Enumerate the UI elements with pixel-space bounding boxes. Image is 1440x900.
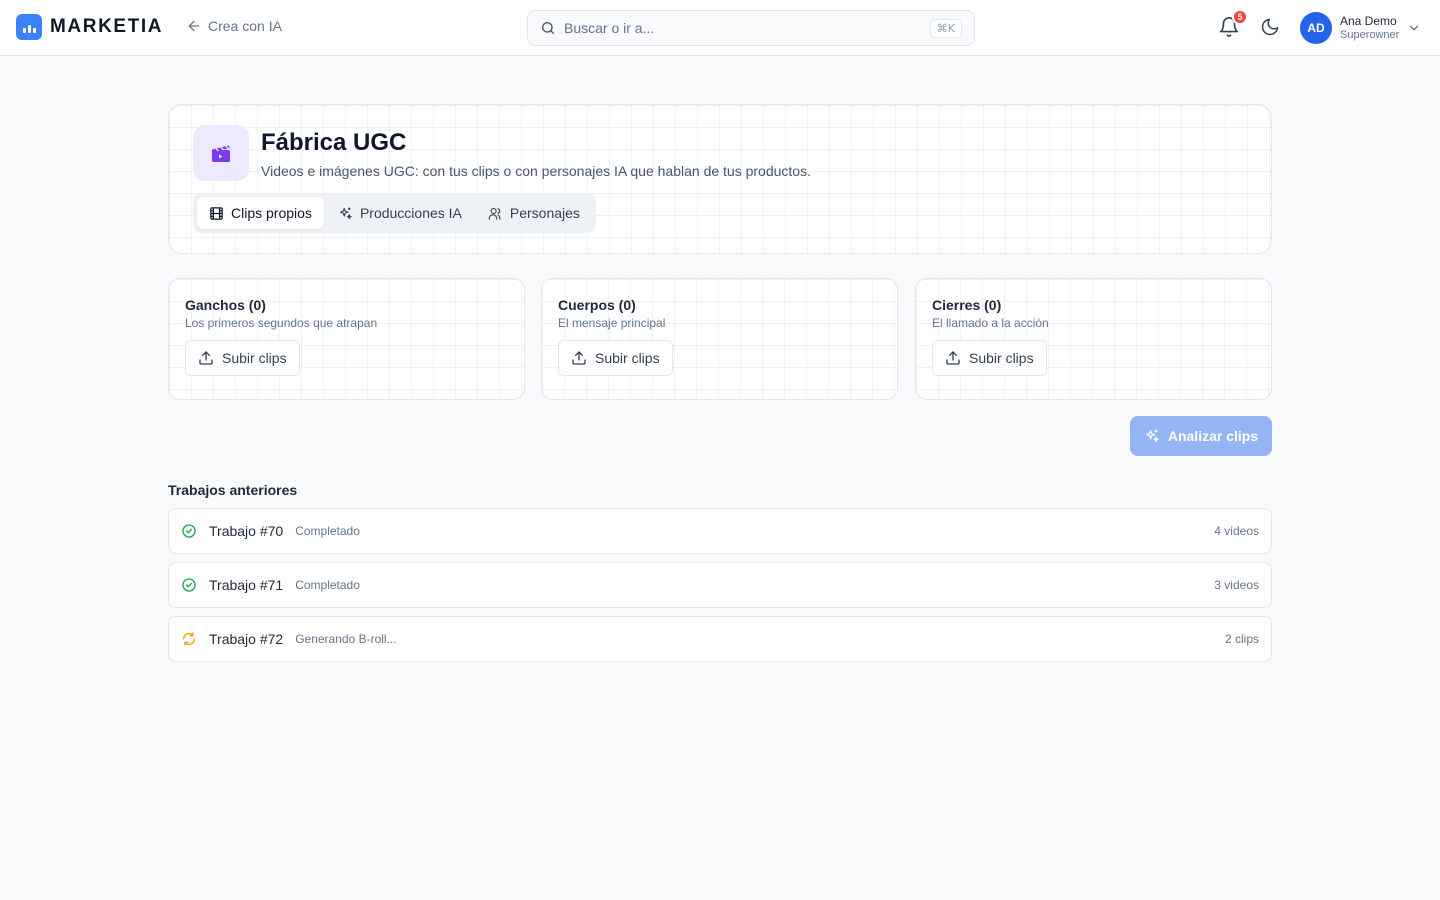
page-subtitle: Videos e imágenes UGC: con tus clips o c…: [261, 163, 811, 179]
upload-clips-button[interactable]: Subir clips: [932, 340, 1047, 376]
arrow-left-icon: [188, 20, 200, 32]
clip-section-title: Cierres (0): [932, 297, 1002, 313]
tab-label: Producciones IA: [359, 205, 462, 221]
upload-icon: [199, 351, 213, 365]
job-output-count: 3 videos: [1214, 578, 1259, 592]
upload-clips-label: Subir clips: [969, 350, 1034, 366]
refresh-icon: [183, 632, 195, 646]
tab-clips-propios[interactable]: Clips propios: [197, 197, 324, 229]
analyze-clips-button[interactable]: Analizar clips: [1130, 416, 1272, 456]
upload-icon: [946, 351, 960, 365]
clip-section-title: Cuerpos (0): [558, 297, 636, 313]
search-icon: [542, 22, 554, 34]
page-title: Fábrica UGC: [261, 129, 407, 156]
page-header-card: Fábrica UGC Videos e imágenes UGC: con t…: [168, 104, 1272, 254]
chevron-down-icon: [1410, 25, 1419, 31]
search-input[interactable]: [564, 20, 922, 36]
analyze-clips-label: Analizar clips: [1167, 428, 1259, 444]
user-info: Ana Demo Superowner: [1340, 14, 1399, 42]
check-circle-icon: [182, 578, 196, 592]
top-bar: MARKETIA Crea con IA ⌘K 5 AD Ana Demo Su…: [0, 0, 1440, 56]
clip-section-description: Los primeros segundos que atrapan: [185, 316, 378, 330]
job-status: Completado: [295, 524, 360, 538]
moon-icon: [1261, 18, 1279, 36]
tab-personajes[interactable]: Personajes: [476, 197, 592, 229]
check-circle-icon: [182, 524, 196, 538]
tab-label: Clips propios: [231, 205, 312, 221]
job-row[interactable]: Trabajo #72 Generando B-roll... 2 clips: [168, 616, 1272, 662]
upload-clips-label: Subir clips: [222, 350, 287, 366]
upload-icon: [572, 351, 586, 365]
job-name: Trabajo #70: [209, 523, 284, 539]
clip-section-description: El llamado a la acción: [932, 316, 1049, 330]
brand-name: MARKETIA: [50, 16, 164, 37]
job-output-count: 4 videos: [1214, 524, 1259, 538]
avatar: AD: [1300, 12, 1332, 44]
clapperboard-icon: [193, 125, 249, 181]
users-icon: [488, 207, 501, 220]
job-row[interactable]: Trabajo #70 Completado 4 videos: [168, 508, 1272, 554]
job-output-count: 2 clips: [1224, 632, 1259, 646]
upload-clips-button[interactable]: Subir clips: [558, 340, 673, 376]
clip-section-description: El mensaje principal: [558, 316, 666, 330]
job-name: Trabajo #72: [209, 631, 284, 647]
sparkles-icon: [339, 206, 352, 219]
theme-toggle-button[interactable]: [1260, 17, 1282, 39]
upload-clips-label: Subir clips: [595, 350, 660, 366]
back-link-label: Crea con IA: [208, 18, 282, 34]
search-bar[interactable]: ⌘K: [527, 10, 975, 46]
clip-section-title: Ganchos (0): [185, 297, 266, 313]
notification-count-badge: 5: [1232, 9, 1248, 25]
user-role: Superowner: [1340, 29, 1400, 41]
clip-section-cuerpos: Cuerpos (0) El mensaje principal Subir c…: [541, 278, 898, 400]
job-name: Trabajo #71: [209, 577, 284, 593]
search-shortcut-hint: ⌘K: [929, 18, 962, 38]
film-icon: [210, 206, 223, 220]
upload-clips-button[interactable]: Subir clips: [185, 340, 300, 376]
brand-logo[interactable]: MARKETIA: [16, 14, 163, 40]
mode-tabs: Clips propios Producciones IA Personajes: [193, 193, 596, 233]
clip-section-ganchos: Ganchos (0) Los primeros segundos que at…: [168, 278, 525, 400]
clip-section-cierres: Cierres (0) El llamado a la acción Subir…: [915, 278, 1272, 400]
job-row[interactable]: Trabajo #71 Completado 3 videos: [168, 562, 1272, 608]
sparkles-icon: [1145, 429, 1159, 442]
previous-jobs-title: Trabajos anteriores: [168, 482, 298, 498]
back-link[interactable]: Crea con IA: [186, 18, 282, 34]
tab-producciones-ia[interactable]: Producciones IA: [326, 197, 474, 229]
notifications-button[interactable]: 5: [1218, 9, 1248, 40]
job-status: Completado: [295, 578, 360, 592]
tab-label: Personajes: [509, 205, 580, 221]
job-status: Generando B-roll...: [295, 632, 397, 646]
user-name: Ana Demo: [1340, 14, 1397, 28]
user-menu[interactable]: AD Ana Demo Superowner: [1300, 12, 1421, 44]
chart-bars-icon: [16, 14, 42, 40]
